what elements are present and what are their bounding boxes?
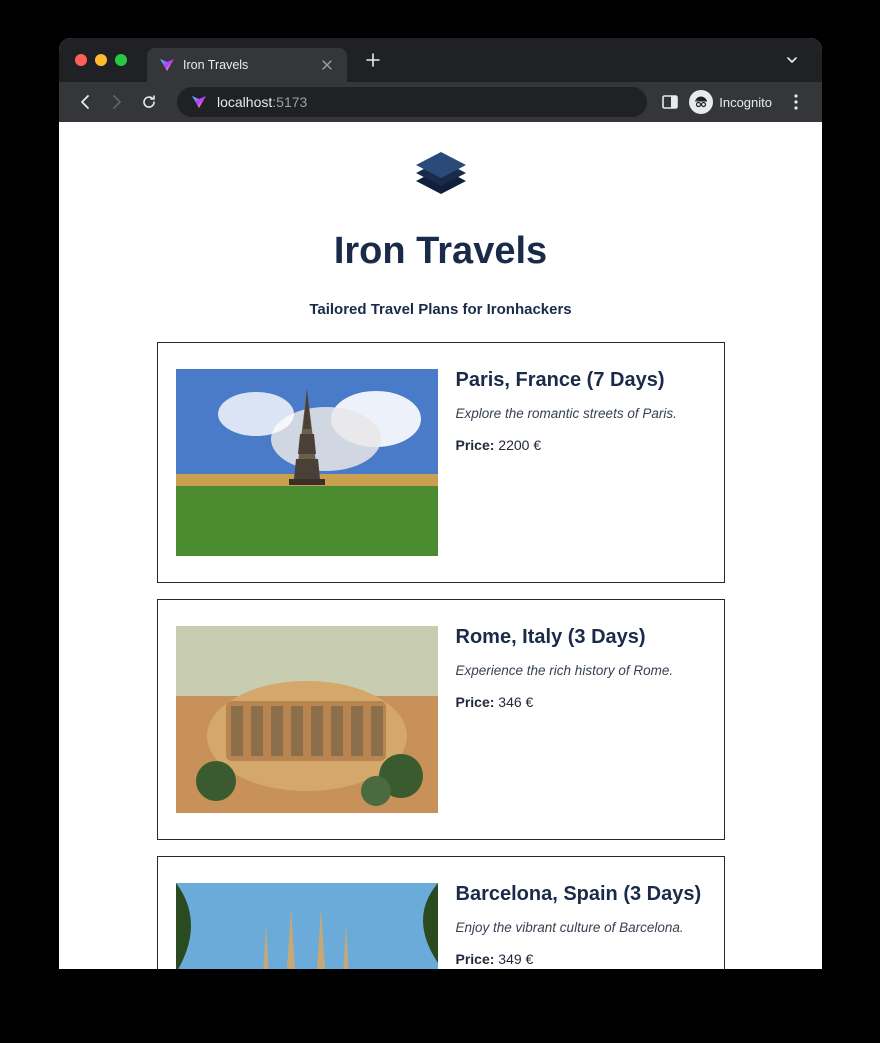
travel-plan-list: Paris, France (7 Days) Explore the romant… [157,342,725,969]
address-text: localhost:5173 [217,94,307,110]
window-close-button[interactable] [75,54,87,66]
address-bar[interactable]: localhost:5173 [177,87,647,117]
page-subtitle: Tailored Travel Plans for Ironhackers [59,301,822,318]
travel-plan-card: Barcelona, Spain (3 Days) Enjoy the vibra… [157,856,725,969]
travel-plan-price: Price: 2200 € [456,437,706,453]
vite-favicon-icon [159,57,175,73]
browser-tab[interactable]: Iron Travels [147,48,347,82]
side-panel-icon[interactable] [661,93,679,111]
travel-plan-body: Barcelona, Spain (3 Days) Enjoy the vibra… [456,883,706,969]
price-label: Price: [456,694,495,710]
incognito-badge: Incognito [689,90,772,114]
window-minimize-button[interactable] [95,54,107,66]
address-port: :5173 [272,94,307,110]
back-button[interactable] [71,88,99,116]
price-value: 349 € [494,951,533,967]
travel-plan-title: Rome, Italy (3 Days) [456,626,706,649]
reload-button[interactable] [135,88,163,116]
tab-bar: Iron Travels [59,38,822,82]
travel-plan-body: Rome, Italy (3 Days) Experience the rich … [456,626,706,813]
tab-list-button[interactable] [778,46,806,74]
travel-plan-title: Paris, France (7 Days) [456,369,706,392]
toolbar-right: Incognito [661,88,810,116]
page-content: Iron Travels Tailored Travel Plans for I… [59,122,822,969]
page-header: Iron Travels Tailored Travel Plans for I… [59,146,822,318]
vite-favicon-icon [191,94,207,110]
travel-plan-price: Price: 349 € [456,951,706,967]
browser-menu-button[interactable] [782,88,810,116]
tab-title: Iron Travels [183,58,248,72]
logo-icon [406,146,476,206]
travel-plan-image [176,626,438,813]
travel-plan-card: Rome, Italy (3 Days) Experience the rich … [157,599,725,840]
price-label: Price: [456,437,495,453]
incognito-label: Incognito [719,95,772,110]
travel-plan-body: Paris, France (7 Days) Explore the romant… [456,369,706,556]
close-tab-button[interactable] [319,57,335,73]
browser-toolbar: localhost:5173 Incognito [59,82,822,122]
travel-plan-price: Price: 346 € [456,694,706,710]
new-tab-button[interactable] [359,46,387,74]
travel-plan-description: Enjoy the vibrant culture of Barcelona. [456,920,706,935]
forward-button[interactable] [103,88,131,116]
travel-plan-title: Barcelona, Spain (3 Days) [456,883,706,906]
travel-plan-description: Explore the romantic streets of Paris. [456,406,706,421]
incognito-icon [689,90,713,114]
price-value: 346 € [494,694,533,710]
price-label: Price: [456,951,495,967]
price-value: 2200 € [494,437,541,453]
window-controls [75,54,127,66]
travel-plan-description: Experience the rich history of Rome. [456,663,706,678]
window-maximize-button[interactable] [115,54,127,66]
browser-window: Iron Travels [59,38,822,969]
page-title: Iron Travels [59,230,822,273]
travel-plan-image [176,369,438,556]
address-host: localhost [217,94,272,110]
travel-plan-image [176,883,438,969]
travel-plan-card: Paris, France (7 Days) Explore the romant… [157,342,725,583]
tab-bar-right [778,46,822,74]
